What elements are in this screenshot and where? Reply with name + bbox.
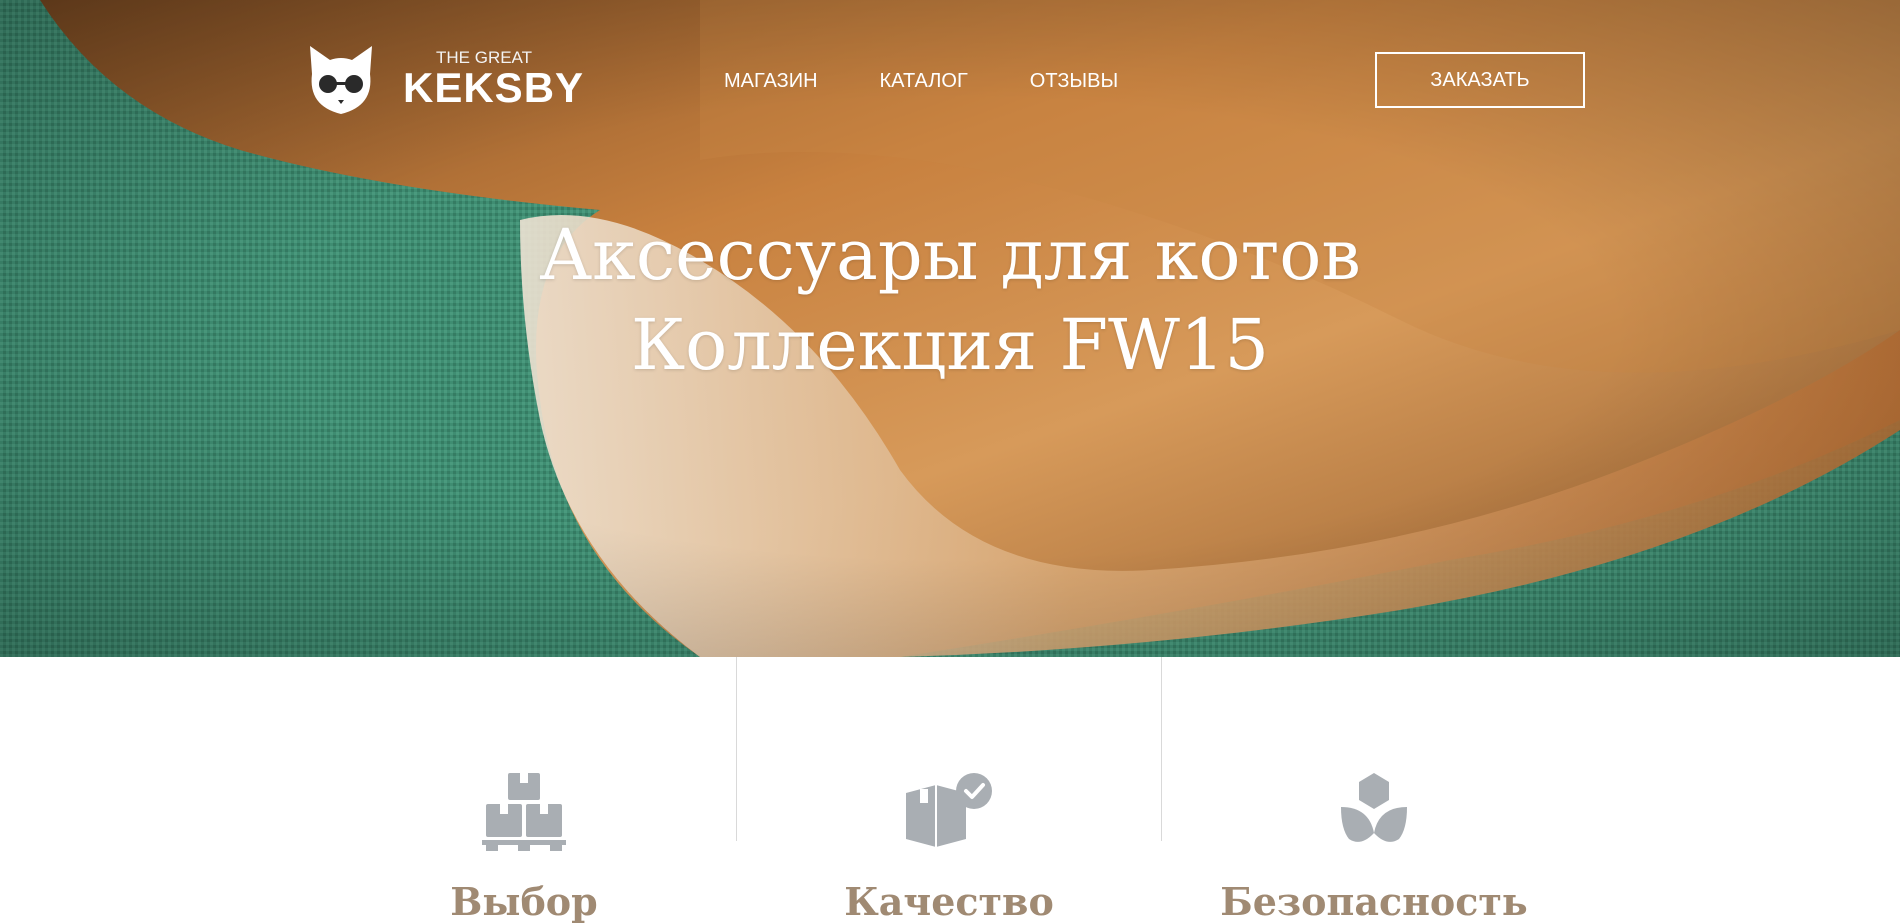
lotus-icon <box>1341 773 1407 842</box>
logo[interactable]: THE GREAT KEKSBY <box>308 42 583 122</box>
boxes-pallet-icon <box>482 773 566 851</box>
feature-safety: Безопасность <box>1162 719 1586 924</box>
hero-title-line-2: Коллекция FW15 <box>630 304 1270 386</box>
nav-item-reviews[interactable]: ОТЗЫВЫ <box>1030 70 1118 93</box>
features-section: Выбор Качество Безопасность <box>0 657 1900 924</box>
feature-choice: Выбор <box>312 719 736 924</box>
cat-logo-icon <box>310 46 372 114</box>
feature-quality: Качество <box>737 719 1161 924</box>
hero-title-line-1: Аксессуары для котов <box>539 214 1361 296</box>
main-nav: МАГАЗИН КАТАЛОГ ОТЗЫВЫ <box>724 70 1180 93</box>
logo-name: KEKSBY <box>403 64 585 111</box>
box-check-icon <box>906 773 992 847</box>
order-button[interactable]: ЗАКАЗАТЬ <box>1375 52 1585 108</box>
site-header: THE GREAT KEKSBY МАГАЗИН КАТАЛОГ ОТЗЫВЫ … <box>0 0 1900 162</box>
nav-item-catalog[interactable]: КАТАЛОГ <box>880 70 968 93</box>
nav-item-shop[interactable]: МАГАЗИН <box>724 70 818 93</box>
hero-section: THE GREAT KEKSBY МАГАЗИН КАТАЛОГ ОТЗЫВЫ … <box>0 0 1900 657</box>
hero-title: Аксессуары для котов Коллекция FW15 <box>0 210 1900 390</box>
